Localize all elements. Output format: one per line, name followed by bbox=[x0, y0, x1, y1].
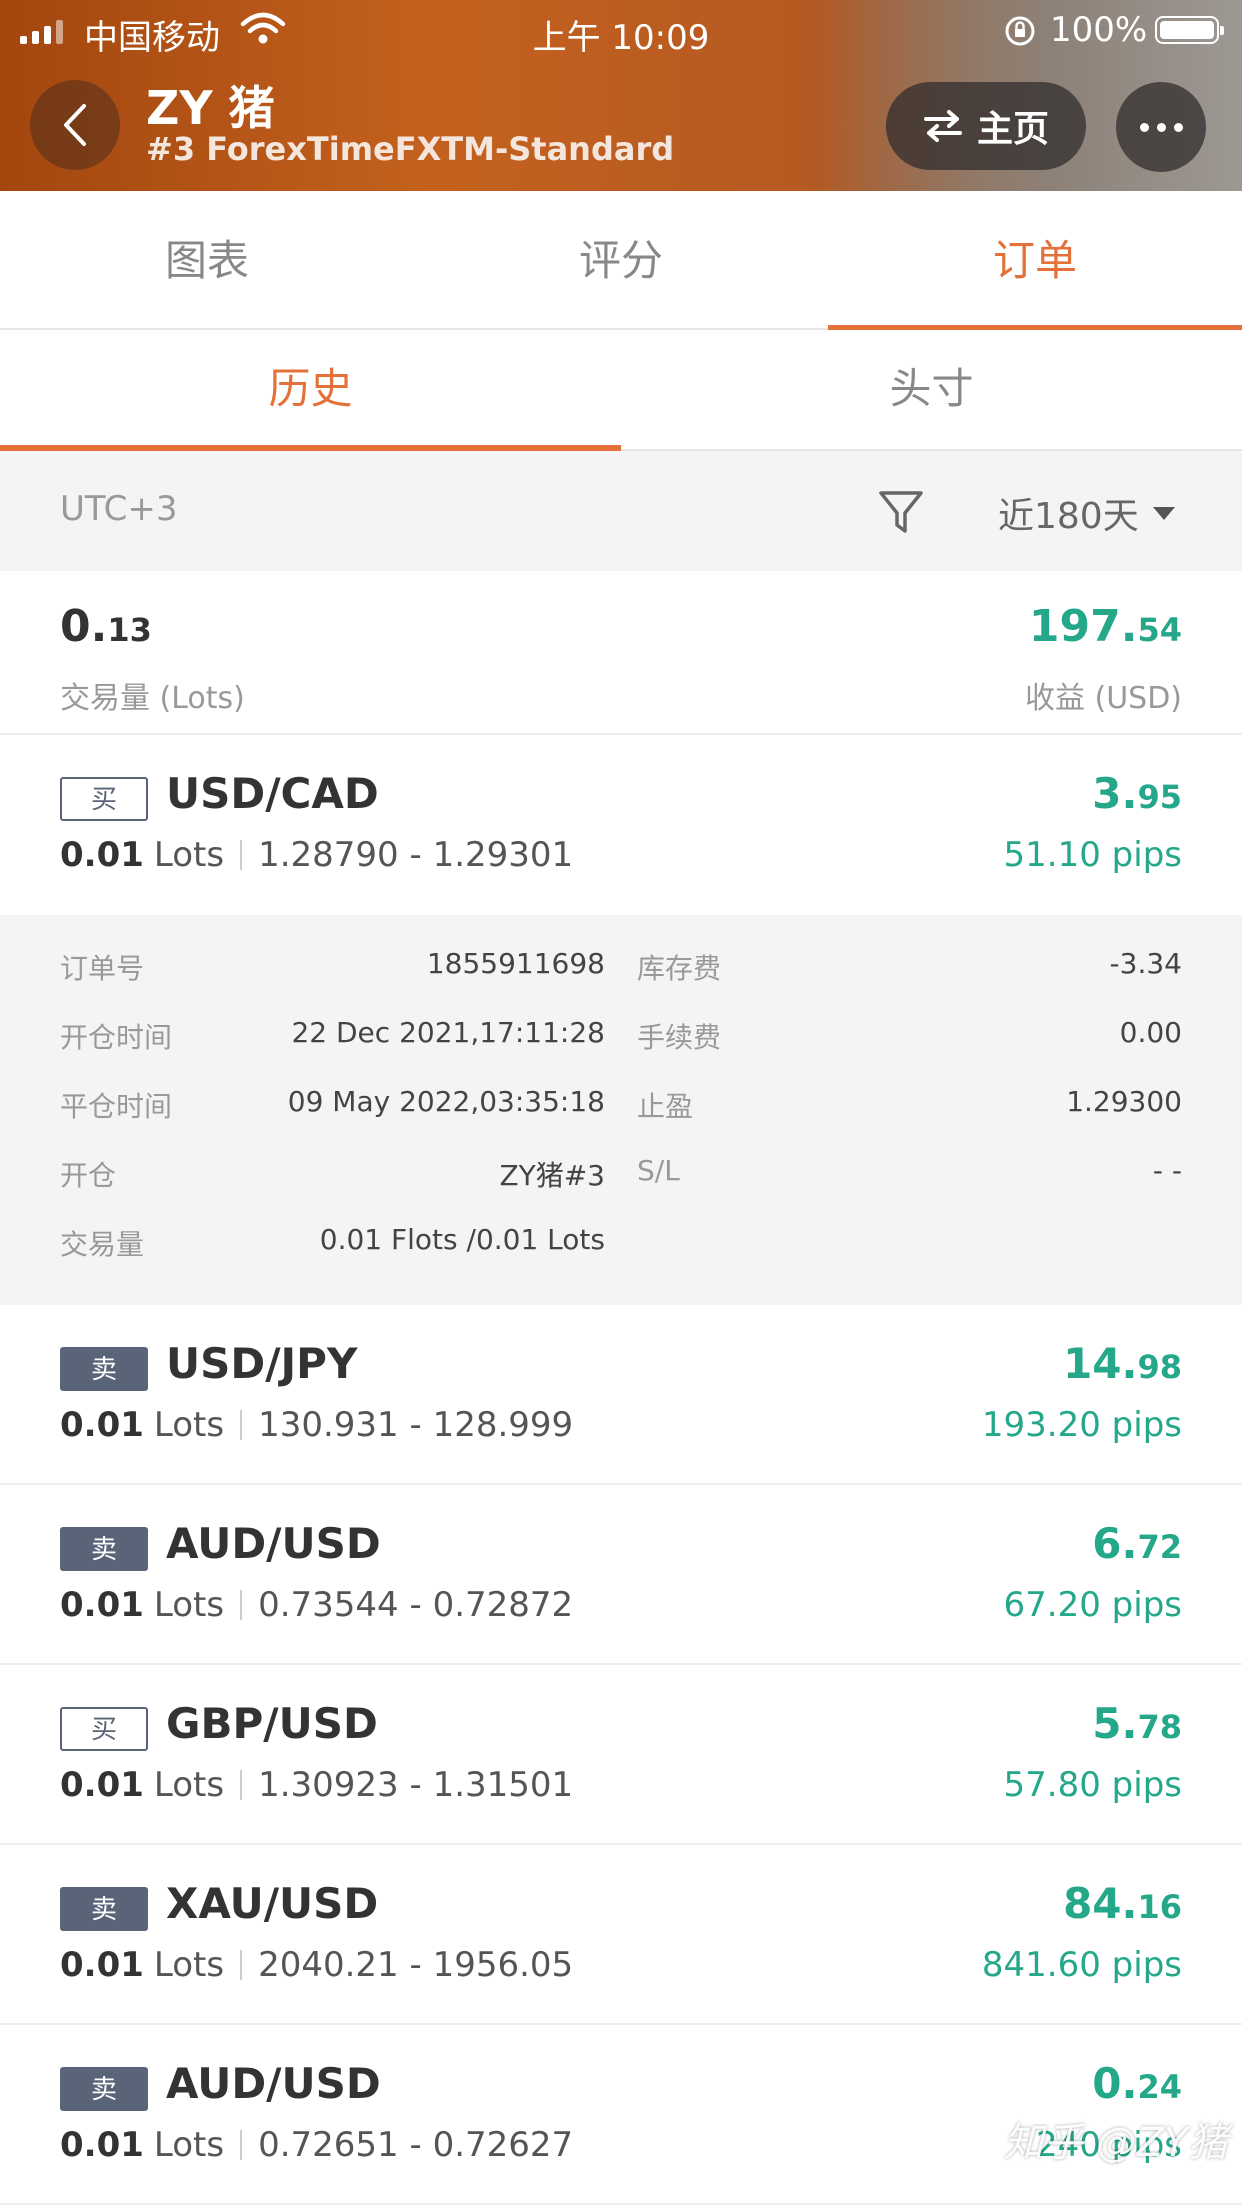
detail-row: 订单号 1855911698 库存费 -3.34 bbox=[0, 947, 1242, 997]
side-badge: 卖 bbox=[60, 1887, 148, 1931]
price-range: 130.931 - 128.999 bbox=[258, 1405, 574, 1445]
detail-row: 开仓 ZY猪#3 S/L - - bbox=[0, 1154, 1242, 1204]
tab-rating[interactable]: 评分 bbox=[414, 191, 828, 328]
open-time-label: 开仓时间 bbox=[60, 1021, 173, 1054]
fee-label: 手续费 bbox=[637, 1021, 722, 1054]
total-profit-label: 收益 (USD) bbox=[1024, 681, 1182, 716]
order-meta: 0.01 Lots 0.73544 - 0.72872 bbox=[60, 1585, 574, 1625]
order-row[interactable]: 卖 XAU/USD 0.01 Lots 2040.21 - 1956.05 84.1… bbox=[0, 1845, 1242, 2025]
order-row[interactable]: 卖 AUD/USD 0.01 Lots 0.73544 - 0.72872 6.72… bbox=[0, 1485, 1242, 1665]
order-pips: 193.20 pips bbox=[981, 1405, 1182, 1445]
home-button[interactable]: 主页 bbox=[886, 82, 1086, 170]
order-symbol: XAU/USD bbox=[166, 1879, 379, 1928]
sub-tabs: 历史 头寸 bbox=[0, 330, 1242, 451]
price-range: 1.30923 - 1.31501 bbox=[258, 1765, 574, 1805]
volume-label: 交易量 bbox=[60, 1228, 145, 1261]
main-tabs: 图表 评分 订单 bbox=[0, 191, 1242, 330]
filter-icon[interactable] bbox=[876, 487, 926, 541]
subtab-positions[interactable]: 头寸 bbox=[621, 330, 1242, 449]
side-badge: 卖 bbox=[60, 2067, 148, 2111]
swap-label: 库存费 bbox=[637, 952, 722, 985]
price-range: 0.72651 - 0.72627 bbox=[258, 2125, 574, 2165]
order-meta: 0.01 Lots 130.931 - 128.999 bbox=[60, 1405, 574, 1445]
order-pips: 841.60 pips bbox=[981, 1945, 1182, 1985]
stop-loss-label: S/L bbox=[637, 1154, 680, 1187]
more-options-button[interactable] bbox=[1116, 82, 1206, 172]
order-symbol: USD/CAD bbox=[166, 769, 379, 818]
close-time-label: 平仓时间 bbox=[60, 1090, 173, 1123]
back-button[interactable] bbox=[30, 80, 120, 170]
app-header: 中国移动 上午 10:09 100% ZY 猪 #3 ForexTimeFXTM… bbox=[0, 0, 1242, 191]
open-account-label: 开仓 bbox=[60, 1159, 117, 1192]
order-symbol: AUD/USD bbox=[166, 2059, 381, 2108]
detail-row: 平仓时间 09 May 2022,03:35:18 止盈 1.29300 bbox=[0, 1085, 1242, 1135]
timezone-label: UTC+3 bbox=[60, 489, 178, 529]
page-title: ZY 猪 bbox=[146, 81, 275, 135]
total-volume: 0.13 bbox=[60, 601, 152, 652]
detail-row: 交易量 0.01 Flots /0.01 Lots bbox=[0, 1223, 1242, 1273]
order-row[interactable]: 卖 USD/JPY 0.01 Lots 130.931 - 128.999 14.9… bbox=[0, 1305, 1242, 1485]
subtab-history[interactable]: 历史 bbox=[0, 330, 621, 451]
price-range: 0.73544 - 0.72872 bbox=[258, 1585, 574, 1625]
rotation-lock-icon bbox=[1003, 14, 1037, 57]
fee-value: 0.00 bbox=[1119, 1016, 1182, 1049]
total-profit: 197.54 bbox=[1028, 601, 1182, 652]
order-meta: 0.01 Lots 0.72651 - 0.72627 bbox=[60, 2125, 574, 2165]
swap-arrows-icon bbox=[923, 110, 962, 142]
order-symbol: GBP/USD bbox=[166, 1699, 378, 1748]
swap-value: -3.34 bbox=[1109, 947, 1182, 980]
battery-percent: 100% bbox=[1050, 10, 1148, 50]
order-row[interactable]: 买 USD/CAD 0.01 Lots 1.28790 - 1.29301 3.95… bbox=[0, 735, 1242, 915]
open-time-value: 22 Dec 2021,17:11:28 bbox=[291, 1016, 605, 1049]
date-range-label: 近180天 bbox=[998, 496, 1139, 537]
battery-icon bbox=[1155, 16, 1224, 44]
side-badge: 卖 bbox=[60, 1527, 148, 1571]
take-profit-label: 止盈 bbox=[637, 1090, 694, 1123]
order-no-value: 1855911698 bbox=[426, 947, 605, 980]
order-pips: 57.80 pips bbox=[1003, 1765, 1182, 1805]
tab-chart[interactable]: 图表 bbox=[0, 191, 414, 328]
order-row[interactable]: 买 GBP/USD 0.01 Lots 1.30923 - 1.31501 5.78… bbox=[0, 1665, 1242, 1845]
order-meta: 0.01 Lots 1.28790 - 1.29301 bbox=[60, 835, 574, 875]
order-pips: 67.20 pips bbox=[1003, 1585, 1182, 1625]
order-symbol: USD/JPY bbox=[166, 1339, 358, 1388]
side-badge: 卖 bbox=[60, 1347, 148, 1391]
more-dots-icon bbox=[1139, 122, 1149, 132]
order-no-label: 订单号 bbox=[60, 952, 145, 985]
side-badge: 买 bbox=[60, 777, 148, 821]
order-profit: 0.24 bbox=[1092, 2059, 1182, 2108]
order-profit: 14.98 bbox=[1063, 1339, 1182, 1388]
order-profit: 6.72 bbox=[1092, 1519, 1182, 1568]
home-button-label: 主页 bbox=[976, 109, 1049, 150]
chevron-left-icon bbox=[64, 104, 86, 146]
order-symbol: AUD/USD bbox=[166, 1519, 381, 1568]
status-bar: 中国移动 上午 10:09 100% bbox=[0, 0, 1242, 62]
account-subtitle: #3 ForexTimeFXTM-Standard bbox=[146, 130, 675, 168]
side-badge: 买 bbox=[60, 1707, 148, 1751]
date-range-select[interactable]: 近180天 bbox=[998, 487, 1175, 539]
detail-row: 开仓时间 22 Dec 2021,17:11:28 手续费 0.00 bbox=[0, 1016, 1242, 1066]
close-time-value: 09 May 2022,03:35:18 bbox=[287, 1085, 605, 1118]
open-account-value: ZY猪#3 bbox=[499, 1159, 605, 1192]
total-volume-label: 交易量 (Lots) bbox=[60, 681, 245, 716]
tab-orders[interactable]: 订单 bbox=[828, 191, 1242, 330]
price-range: 2040.21 - 1956.05 bbox=[258, 1945, 574, 1985]
price-range: 1.28790 - 1.29301 bbox=[258, 835, 574, 875]
caret-down-icon bbox=[1152, 506, 1175, 520]
stop-loss-value: - - bbox=[1152, 1154, 1182, 1187]
filter-bar: UTC+3 近180天 bbox=[0, 451, 1242, 571]
order-detail-panel: 订单号 1855911698 库存费 -3.34 开仓时间 22 Dec 202… bbox=[0, 915, 1242, 1305]
volume-value: 0.01 Flots /0.01 Lots bbox=[319, 1223, 605, 1256]
order-meta: 0.01 Lots 1.30923 - 1.31501 bbox=[60, 1765, 574, 1805]
order-meta: 0.01 Lots 2040.21 - 1956.05 bbox=[60, 1945, 574, 1985]
watermark: 知乎 @ZY猪 bbox=[1003, 2120, 1228, 2166]
order-profit: 84.16 bbox=[1063, 1879, 1182, 1928]
order-pips: 51.10 pips bbox=[1003, 835, 1182, 875]
order-profit: 5.78 bbox=[1092, 1699, 1182, 1748]
history-summary: 0.13 交易量 (Lots) 197.54 收益 (USD) bbox=[0, 571, 1242, 735]
take-profit-value: 1.29300 bbox=[1066, 1085, 1182, 1118]
order-profit: 3.95 bbox=[1092, 769, 1182, 818]
